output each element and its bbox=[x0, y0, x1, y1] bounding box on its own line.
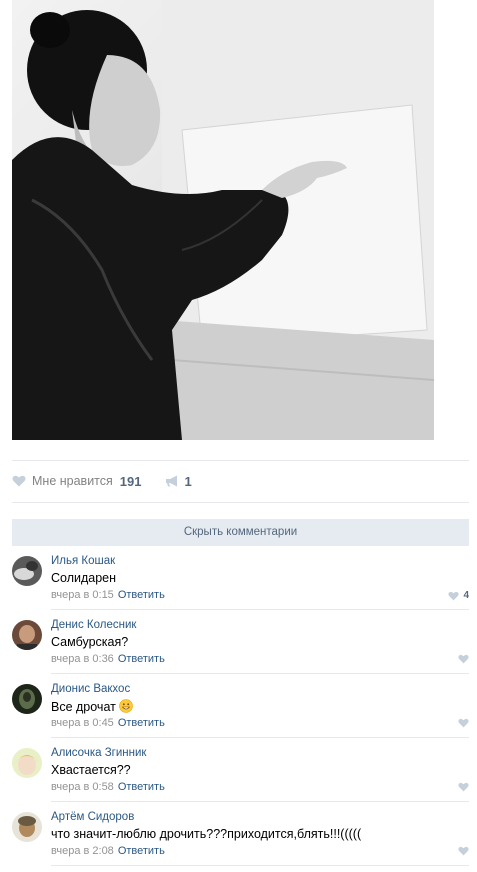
comment-time[interactable]: вчера в 0:45 bbox=[51, 717, 114, 729]
share-count: 1 bbox=[184, 473, 192, 489]
heart-icon bbox=[448, 591, 460, 600]
comment-author[interactable]: Илья Кошак bbox=[51, 555, 115, 567]
comment-author[interactable]: Денис Колесник bbox=[51, 619, 136, 631]
reply-button[interactable]: Ответить bbox=[118, 845, 165, 857]
comment-text: Все дрочат bbox=[51, 699, 133, 714]
hide-comments-button[interactable]: Скрыть комментарии bbox=[12, 519, 469, 546]
share-button[interactable]: 1 bbox=[165, 473, 192, 489]
comment-time[interactable]: вчера в 0:15 bbox=[51, 589, 114, 601]
comment-text: Солидарен bbox=[51, 571, 117, 585]
divider bbox=[51, 609, 469, 610]
comment-time[interactable]: вчера в 0:36 bbox=[51, 653, 114, 665]
comment-like-count: 4 bbox=[463, 590, 469, 601]
comment-meta: вчера в 2:08 Ответить bbox=[51, 845, 165, 857]
comment-text-content: Все дрочат bbox=[51, 700, 116, 714]
heart-icon bbox=[458, 718, 469, 728]
grinning-face-icon bbox=[119, 699, 133, 713]
comment-like-button[interactable] bbox=[458, 718, 469, 728]
comment-item: Илья Кошак Солидарен вчера в 0:15 Ответит… bbox=[12, 555, 469, 620]
divider bbox=[12, 502, 469, 503]
avatar[interactable] bbox=[12, 620, 42, 650]
like-button[interactable]: Мне нравится 191 bbox=[12, 474, 141, 489]
avatar[interactable] bbox=[12, 812, 42, 842]
divider bbox=[51, 865, 469, 866]
comment-author[interactable]: Алисочка Згинник bbox=[51, 747, 146, 759]
avatar[interactable] bbox=[12, 748, 42, 778]
heart-icon bbox=[458, 846, 469, 856]
comment-item: Артём Сидоров что значит-люблю дрочить??… bbox=[12, 811, 469, 872]
comment-like-button[interactable] bbox=[458, 782, 469, 792]
comment-author[interactable]: Дионис Вакхос bbox=[51, 683, 130, 695]
comment-meta: вчера в 0:45 Ответить bbox=[51, 717, 165, 729]
comment-like-button[interactable] bbox=[458, 846, 469, 856]
post-photo[interactable] bbox=[12, 0, 434, 440]
comment-item: Денис Колесник Самбурская? вчера в 0:36 О… bbox=[12, 619, 469, 684]
reply-button[interactable]: Ответить bbox=[118, 781, 165, 793]
like-count: 191 bbox=[119, 473, 142, 489]
comment-meta: вчера в 0:36 Ответить bbox=[51, 653, 165, 665]
heart-icon bbox=[458, 782, 469, 792]
comment-time[interactable]: вчера в 0:58 bbox=[51, 781, 114, 793]
heart-icon bbox=[458, 654, 469, 664]
avatar[interactable] bbox=[12, 556, 42, 586]
comment-meta: вчера в 0:58 Ответить bbox=[51, 781, 165, 793]
megaphone-icon bbox=[166, 475, 178, 487]
comment-time[interactable]: вчера в 2:08 bbox=[51, 845, 114, 857]
comment-like-button[interactable] bbox=[458, 654, 469, 664]
comment-item: Дионис Вакхос Все дрочат вчера в 0:45 Отв… bbox=[12, 683, 469, 748]
post-actions: Мне нравится 191 1 bbox=[12, 468, 469, 494]
heart-icon bbox=[12, 475, 26, 487]
reply-button[interactable]: Ответить bbox=[118, 653, 165, 665]
divider bbox=[51, 801, 469, 802]
comment-like-button[interactable]: 4 bbox=[448, 590, 469, 601]
comment-meta: вчера в 0:15 Ответить bbox=[51, 589, 165, 601]
reply-button[interactable]: Ответить bbox=[118, 589, 165, 601]
divider bbox=[51, 737, 469, 738]
divider bbox=[51, 673, 469, 674]
comment-text: Самбурская? bbox=[51, 635, 129, 649]
reply-button[interactable]: Ответить bbox=[118, 717, 165, 729]
comment-item: Алисочка Згинник Хвастается?? вчера в 0:… bbox=[12, 747, 469, 812]
avatar[interactable] bbox=[12, 684, 42, 714]
comment-text: что значит-люблю дрочить???приходится,бл… bbox=[51, 827, 362, 841]
divider bbox=[12, 460, 469, 461]
comment-text: Хвастается?? bbox=[51, 763, 131, 777]
comment-author[interactable]: Артём Сидоров bbox=[51, 811, 134, 823]
like-label: Мне нравится bbox=[32, 474, 113, 488]
